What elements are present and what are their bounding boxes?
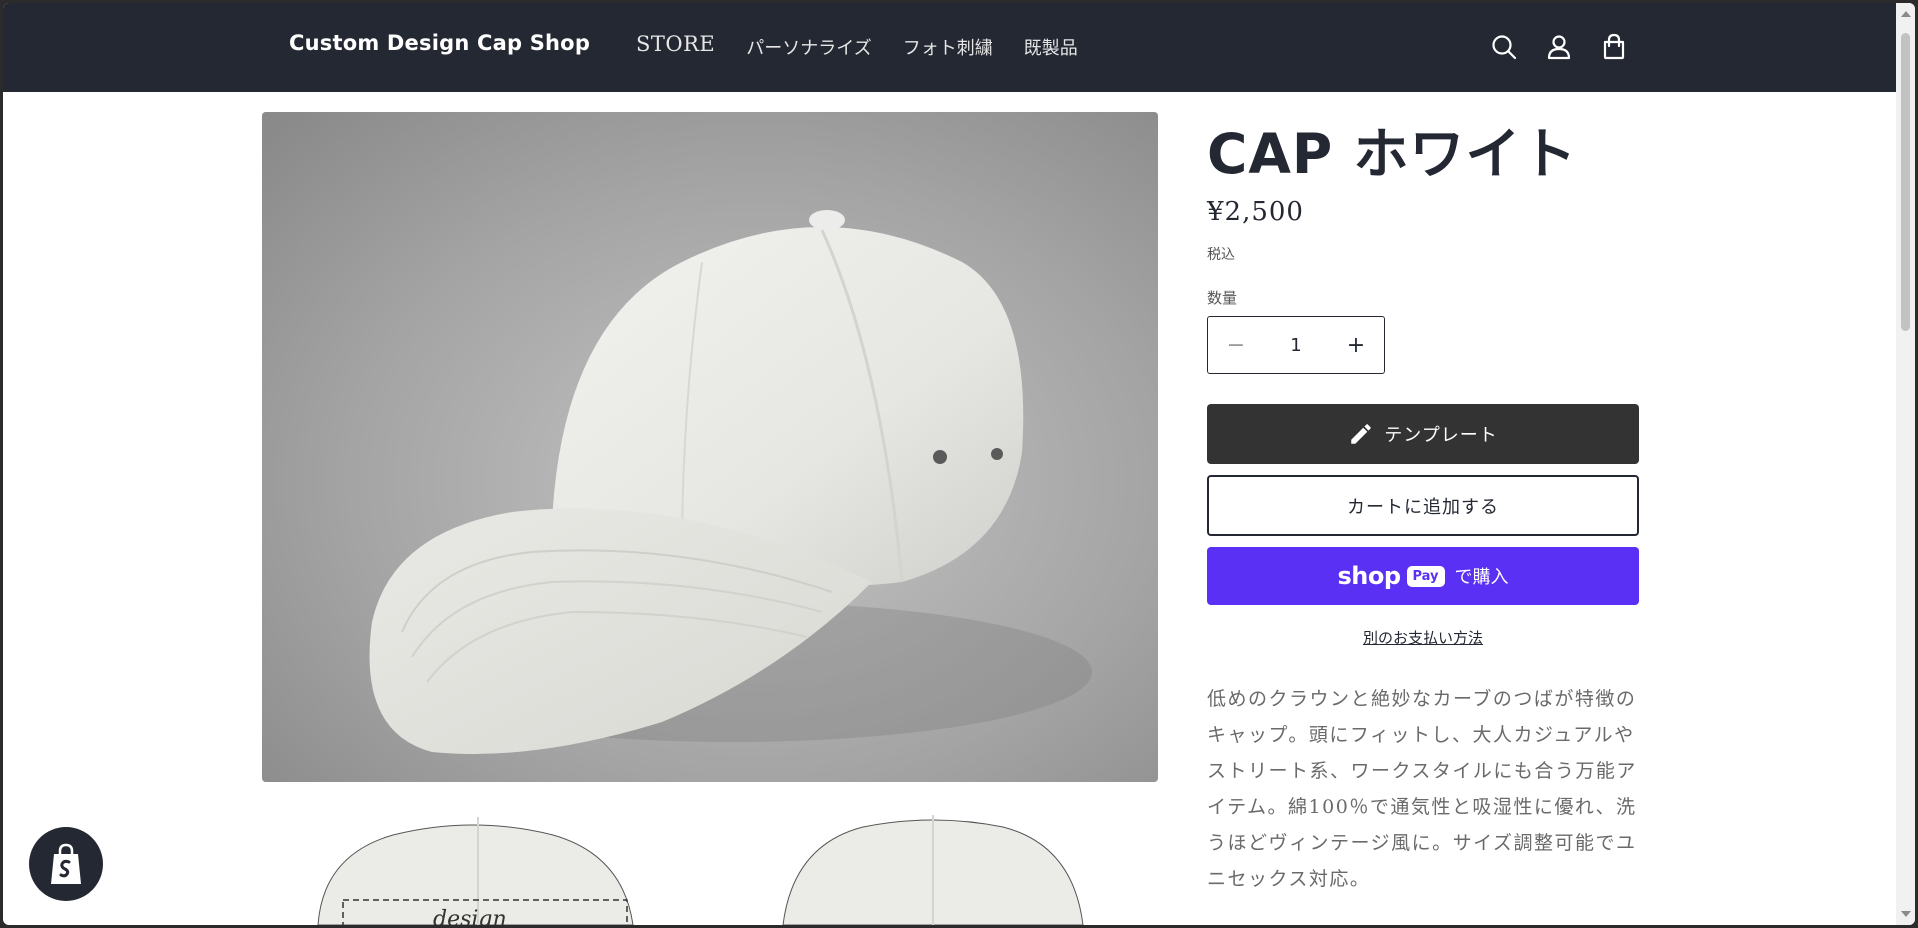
quantity-label: 数量 — [1207, 289, 1238, 307]
scroll-up-arrow[interactable] — [1901, 11, 1911, 17]
quantity-increase-button[interactable]: + — [1328, 317, 1384, 373]
nav-item-ready-made[interactable]: 既製品 — [1024, 34, 1078, 60]
scroll-thumb[interactable] — [1901, 33, 1910, 331]
product-thumbnail-2[interactable] — [773, 815, 1093, 925]
cart-icon[interactable] — [1599, 32, 1629, 62]
account-icon[interactable] — [1544, 32, 1574, 62]
thumbnail-overlay-text: design — [433, 907, 507, 925]
shoppay-button[interactable]: shop Pay で購入 — [1207, 547, 1639, 605]
template-button-label: テンプレート — [1384, 425, 1498, 446]
site-logo[interactable]: Custom Design Cap Shop — [289, 31, 590, 55]
add-to-cart-button[interactable]: カートに追加する — [1207, 475, 1639, 536]
product-title: CAP ホワイト — [1207, 122, 1578, 186]
pencil-icon — [1348, 421, 1374, 447]
shop-pay-logo-text: shop — [1337, 562, 1401, 590]
quantity-decrease-button[interactable]: − — [1208, 317, 1264, 373]
page-scrollbar[interactable] — [1896, 3, 1915, 925]
product-main-image[interactable] — [262, 112, 1158, 782]
nav-item-photo-embroidery[interactable]: フォト刺繍 — [903, 34, 993, 60]
other-payment-link[interactable]: 別のお支払い方法 — [1207, 627, 1639, 648]
scroll-down-arrow[interactable] — [1901, 911, 1911, 917]
shopify-badge[interactable] — [29, 827, 103, 901]
quantity-stepper: − 1 + — [1207, 316, 1385, 374]
product-price: ¥2,500 — [1207, 197, 1304, 227]
tax-included-note: 税込 — [1207, 247, 1235, 263]
shop-pay-logo-pill: Pay — [1406, 565, 1445, 587]
shopify-bag-icon — [46, 842, 86, 886]
quantity-input[interactable]: 1 — [1264, 335, 1328, 356]
browser-viewport: Custom Design Cap Shop STORE パーソナライズ フォト… — [3, 3, 1915, 925]
product-description: 低めのクラウンと絶妙なカーブのつばが特徴のキャップ。頭にフィットし、大人カジュア… — [1207, 688, 1637, 890]
template-button[interactable]: テンプレート — [1207, 404, 1639, 464]
search-icon[interactable] — [1489, 32, 1519, 62]
product-thumbnail-1[interactable]: design — [303, 815, 653, 925]
main-nav: STORE パーソナライズ フォト刺繍 既製品 — [636, 32, 1109, 60]
site-header: Custom Design Cap Shop STORE パーソナライズ フォト… — [3, 3, 1896, 92]
nav-item-personalize[interactable]: パーソナライズ — [746, 34, 871, 60]
shoppay-button-label: で購入 — [1454, 567, 1509, 588]
nav-item-store[interactable]: STORE — [636, 32, 715, 60]
